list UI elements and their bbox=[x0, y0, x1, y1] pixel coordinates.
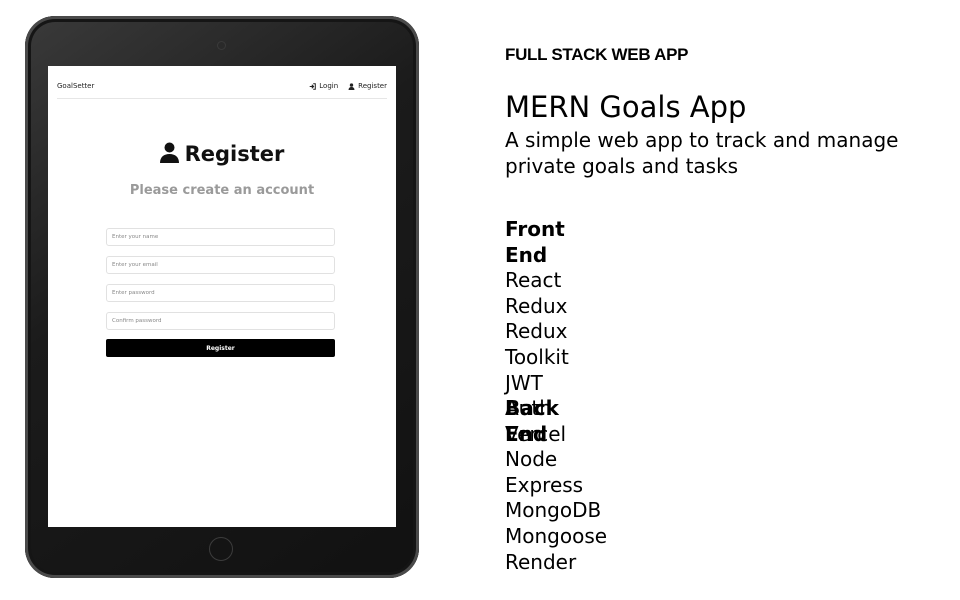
front-end-item: Redux Toolkit bbox=[505, 319, 569, 369]
app-header: GoalSetter Login Register bbox=[57, 74, 387, 99]
register-submit-button[interactable]: Register bbox=[106, 339, 335, 357]
name-input[interactable] bbox=[106, 228, 335, 246]
nav: Login Register bbox=[309, 82, 387, 90]
confirm-password-input[interactable] bbox=[106, 312, 335, 330]
eyebrow-label: FULL STACK WEB APP bbox=[505, 45, 689, 64]
register-heading: Register bbox=[48, 142, 396, 166]
password-input[interactable] bbox=[106, 284, 335, 302]
home-button[interactable] bbox=[209, 537, 233, 561]
nav-register-label: Register bbox=[358, 82, 387, 90]
sign-in-icon bbox=[309, 82, 317, 90]
back-end-item: Express bbox=[505, 472, 584, 497]
back-end-item: MongoDB bbox=[505, 498, 602, 523]
back-end-section: Back End Node Express MongoDB Mongoose R… bbox=[505, 396, 607, 575]
nav-login-label: Login bbox=[319, 82, 339, 90]
camera-icon bbox=[218, 42, 225, 49]
nav-login[interactable]: Login bbox=[309, 82, 338, 90]
app-description: A simple web app to track and manage pri… bbox=[505, 128, 899, 178]
register-heading-text: Register bbox=[184, 142, 285, 166]
tablet-screen: GoalSetter Login Register Register Pleas… bbox=[48, 66, 396, 527]
front-end-heading: Front End bbox=[505, 217, 565, 267]
back-end-item: Node bbox=[505, 447, 558, 472]
user-icon bbox=[348, 82, 355, 90]
back-end-item: Render bbox=[505, 549, 577, 574]
app-title: MERN Goals App bbox=[505, 90, 747, 124]
front-end-item: React bbox=[505, 268, 562, 293]
brand-link[interactable]: GoalSetter bbox=[57, 82, 309, 90]
tablet-device: GoalSetter Login Register Register Pleas… bbox=[25, 16, 419, 578]
user-icon bbox=[159, 142, 179, 163]
back-end-item: Mongoose bbox=[505, 523, 608, 548]
nav-register[interactable]: Register bbox=[348, 82, 387, 90]
back-end-heading: Back End bbox=[505, 396, 559, 446]
email-input[interactable] bbox=[106, 256, 335, 274]
register-subheading: Please create an account bbox=[129, 183, 315, 198]
front-end-item: Redux bbox=[505, 293, 568, 318]
